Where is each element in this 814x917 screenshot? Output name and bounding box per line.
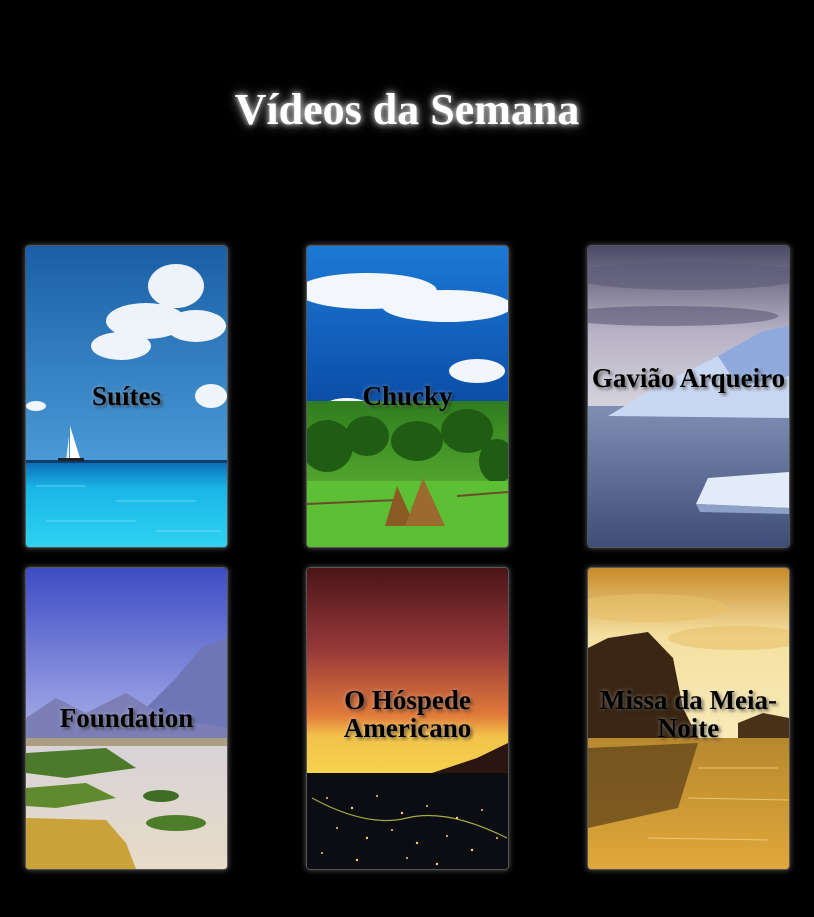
video-title: Foundation [59,703,194,733]
video-title: Gavião Arqueiro [591,363,786,393]
video-card-foundation[interactable]: Foundation [25,567,228,870]
video-card-o-hospede-americano[interactable]: O Hóspede Americano [306,567,509,870]
video-title: O Hóspede Americano [343,685,472,743]
video-card-chucky[interactable]: Chucky [306,245,509,548]
video-card-suites[interactable]: Suítes [25,245,228,548]
page-title: Vídeos da Semana [234,85,580,134]
video-title: Suítes [91,381,162,411]
video-card-gaviao-arqueiro[interactable]: Gavião Arqueiro [587,245,790,548]
video-card-missa-da-meia-noite[interactable]: Missa da Meia-Noite [587,567,790,870]
video-title: Chucky [362,381,453,411]
icebergs-image [588,246,789,547]
video-title: Missa da Meia-Noite [600,685,777,743]
